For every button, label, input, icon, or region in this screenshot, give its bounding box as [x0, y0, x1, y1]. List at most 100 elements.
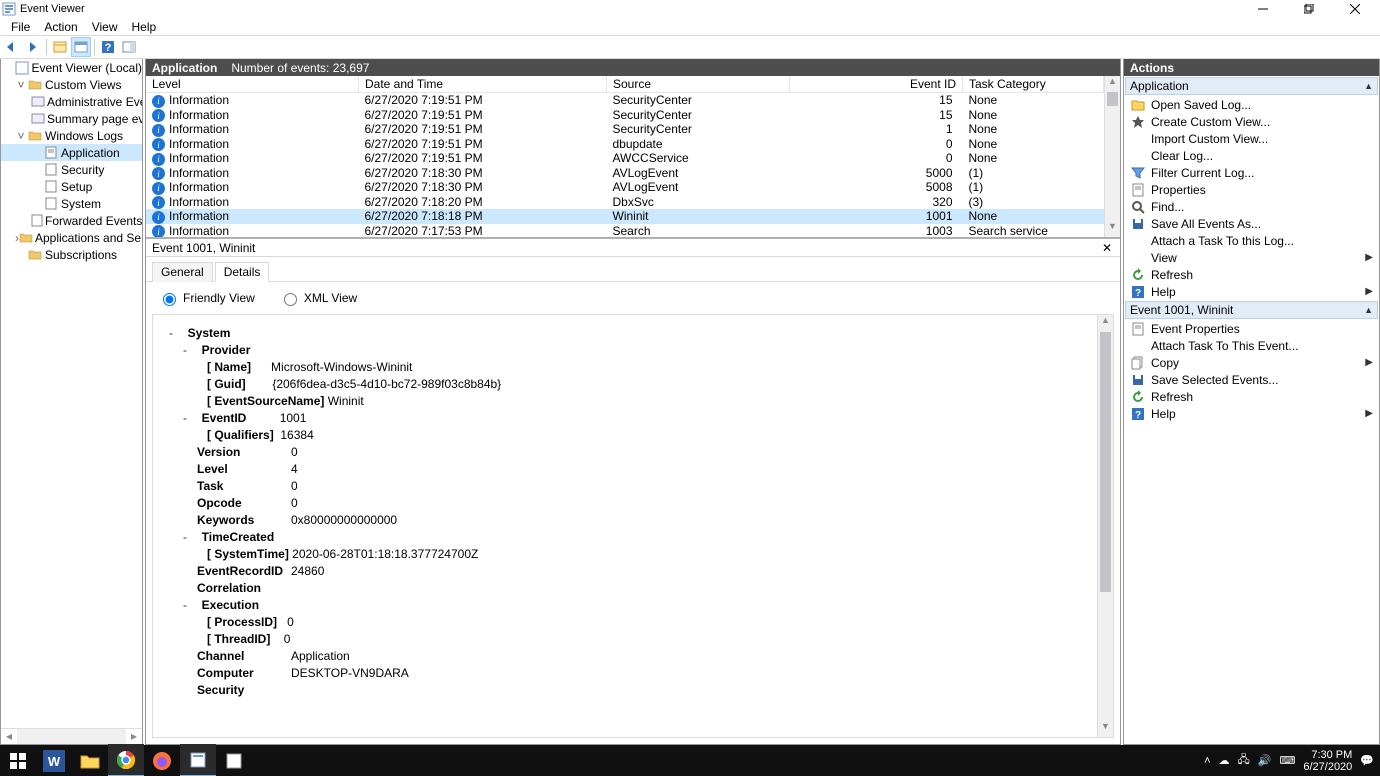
taskbar-eventviewer[interactable] [180, 744, 216, 776]
maximize-button[interactable] [1286, 0, 1332, 18]
event-row[interactable]: iInformation6/27/2020 7:18:30 PMAVLogEve… [146, 180, 1104, 195]
xml-view-radio[interactable]: XML View [279, 290, 357, 306]
properties-button[interactable] [71, 37, 91, 57]
menu-help[interactable]: Help [125, 20, 164, 34]
start-button[interactable] [0, 745, 36, 776]
action-save-all-events-as[interactable]: Save All Events As... [1124, 215, 1379, 232]
detail-content: - System - Provider [ Name] Microsoft-Wi… [153, 315, 1097, 737]
event-row[interactable]: iInformation6/27/2020 7:19:51 PMSecurity… [146, 122, 1104, 137]
action-clear-log[interactable]: Clear Log... [1124, 147, 1379, 164]
action-refresh[interactable]: Refresh [1124, 266, 1379, 283]
tree-custom-views[interactable]: ˅Custom Views [1, 76, 142, 93]
action-help[interactable]: ?Help▶ [1124, 283, 1379, 300]
app-icon [2, 2, 16, 16]
tree-horizontal-scrollbar[interactable]: ◂▸ [1, 728, 142, 744]
menu-view[interactable]: View [85, 20, 125, 34]
action-copy[interactable]: Copy▶ [1124, 354, 1379, 371]
col-task[interactable]: Task Category [963, 76, 1104, 93]
tree-subscriptions[interactable]: Subscriptions [1, 246, 142, 263]
log-icon [43, 146, 59, 160]
actions-group-application[interactable]: Application▲ [1125, 77, 1378, 95]
close-detail-button[interactable]: ✕ [1100, 241, 1114, 255]
system-tray[interactable]: ˄ ☁ 🖧 🔊 ⌨ 7:30 PM6/27/2020 💬 [1198, 749, 1380, 773]
tab-general[interactable]: General [152, 262, 213, 282]
help-button[interactable]: ? [98, 37, 118, 57]
log-icon [31, 214, 43, 228]
tree-security[interactable]: Security [1, 161, 142, 178]
col-level[interactable]: Level [146, 76, 359, 93]
action-filter-current-log[interactable]: Filter Current Log... [1124, 164, 1379, 181]
tree-system[interactable]: System [1, 195, 142, 212]
back-button[interactable] [2, 37, 22, 57]
action-icon [1130, 199, 1145, 214]
tree-windows-logs[interactable]: ˅Windows Logs [1, 127, 142, 144]
action-event-properties[interactable]: Event Properties [1124, 320, 1379, 337]
events-grid[interactable]: Level Date and Time Source Event ID Task… [146, 76, 1104, 237]
tray-chevron-icon[interactable]: ˄ [1204, 755, 1210, 767]
action-properties[interactable]: Properties [1124, 181, 1379, 198]
tree-application[interactable]: Application [1, 144, 142, 161]
action-open-saved-log[interactable]: Open Saved Log... [1124, 96, 1379, 113]
event-detail-pane: Event 1001, Wininit ✕ General Details Fr… [146, 237, 1120, 744]
forward-button[interactable] [23, 37, 43, 57]
tree-summary-page[interactable]: Summary page events [1, 110, 142, 127]
action-view[interactable]: View▶ [1124, 249, 1379, 266]
tree-admin-events[interactable]: Administrative Events [1, 93, 142, 110]
friendly-view-radio[interactable]: Friendly View [158, 290, 255, 306]
action-import-custom-view[interactable]: Import Custom View... [1124, 130, 1379, 147]
action-attach-a-task-to-this-log[interactable]: Attach a Task To this Log... [1124, 232, 1379, 249]
action-icon [1130, 148, 1145, 163]
grid-scrollbar[interactable]: ▲▼ [1104, 76, 1120, 237]
event-row[interactable]: iInformation6/27/2020 7:19:51 PMAWCCServ… [146, 151, 1104, 166]
action-icon [1130, 165, 1145, 180]
info-icon: i [152, 225, 165, 237]
action-help[interactable]: ?Help▶ [1124, 405, 1379, 422]
info-icon: i [152, 95, 165, 108]
show-hide-tree-button[interactable] [50, 37, 70, 57]
action-create-custom-view[interactable]: Create Custom View... [1124, 113, 1379, 130]
taskbar-word[interactable]: W [36, 745, 72, 776]
detail-scrollbar[interactable]: ▲▼ [1097, 315, 1113, 737]
taskbar-chrome[interactable] [108, 744, 144, 776]
event-row[interactable]: iInformation6/27/2020 7:18:20 PMDbxSvc32… [146, 195, 1104, 210]
tree-setup[interactable]: Setup [1, 178, 142, 195]
col-date[interactable]: Date and Time [359, 76, 607, 93]
action-save-selected-events[interactable]: Save Selected Events... [1124, 371, 1379, 388]
taskbar-app[interactable] [216, 745, 252, 776]
event-row[interactable]: iInformation6/27/2020 7:19:51 PMdbupdate… [146, 137, 1104, 152]
svg-text:?: ? [105, 42, 112, 54]
event-row[interactable]: iInformation6/27/2020 7:18:30 PMAVLogEve… [146, 166, 1104, 181]
event-row[interactable]: iInformation6/27/2020 7:17:53 PMSearch10… [146, 224, 1104, 238]
action-attach-task-to-this-event[interactable]: Attach Task To This Event... [1124, 337, 1379, 354]
action-icon [1130, 389, 1145, 404]
event-row[interactable]: iInformation6/27/2020 7:18:18 PMWininit1… [146, 209, 1104, 224]
tray-onedrive-icon[interactable]: ☁ [1219, 754, 1230, 767]
tree-app-services[interactable]: ›Applications and Services Lo [1, 229, 142, 246]
action-refresh[interactable]: Refresh [1124, 388, 1379, 405]
actions-group-event[interactable]: Event 1001, Wininit▲ [1125, 301, 1378, 319]
tray-network-icon[interactable]: 🖧 [1238, 751, 1250, 770]
show-hide-action-button[interactable] [119, 37, 139, 57]
title-bar: Event Viewer [0, 0, 1380, 18]
action-find[interactable]: Find... [1124, 198, 1379, 215]
tab-details[interactable]: Details [215, 262, 270, 282]
event-row[interactable]: iInformation6/27/2020 7:19:51 PMSecurity… [146, 108, 1104, 123]
col-source[interactable]: Source [607, 76, 790, 93]
log-icon [43, 180, 59, 194]
tray-clock[interactable]: 7:30 PM6/27/2020 [1303, 749, 1352, 773]
col-eventid[interactable]: Event ID [790, 76, 963, 93]
minimize-button[interactable] [1240, 0, 1286, 18]
tray-notifications-icon[interactable]: 💬 [1360, 754, 1374, 767]
taskbar-explorer[interactable] [72, 745, 108, 776]
taskbar-firefox[interactable] [144, 745, 180, 776]
folder-icon [27, 129, 43, 143]
close-button[interactable] [1332, 0, 1378, 18]
event-row[interactable]: iInformation6/27/2020 7:19:51 PMSecurity… [146, 93, 1104, 108]
tree-root[interactable]: Event Viewer (Local) [1, 59, 142, 76]
tree-forwarded[interactable]: Forwarded Events [1, 212, 142, 229]
tray-volume-icon[interactable]: 🔊 [1258, 754, 1272, 767]
menu-action[interactable]: Action [37, 20, 84, 34]
action-icon [1130, 131, 1145, 146]
menu-file[interactable]: File [4, 20, 37, 34]
tray-language-icon[interactable]: ⌨ [1279, 754, 1295, 767]
